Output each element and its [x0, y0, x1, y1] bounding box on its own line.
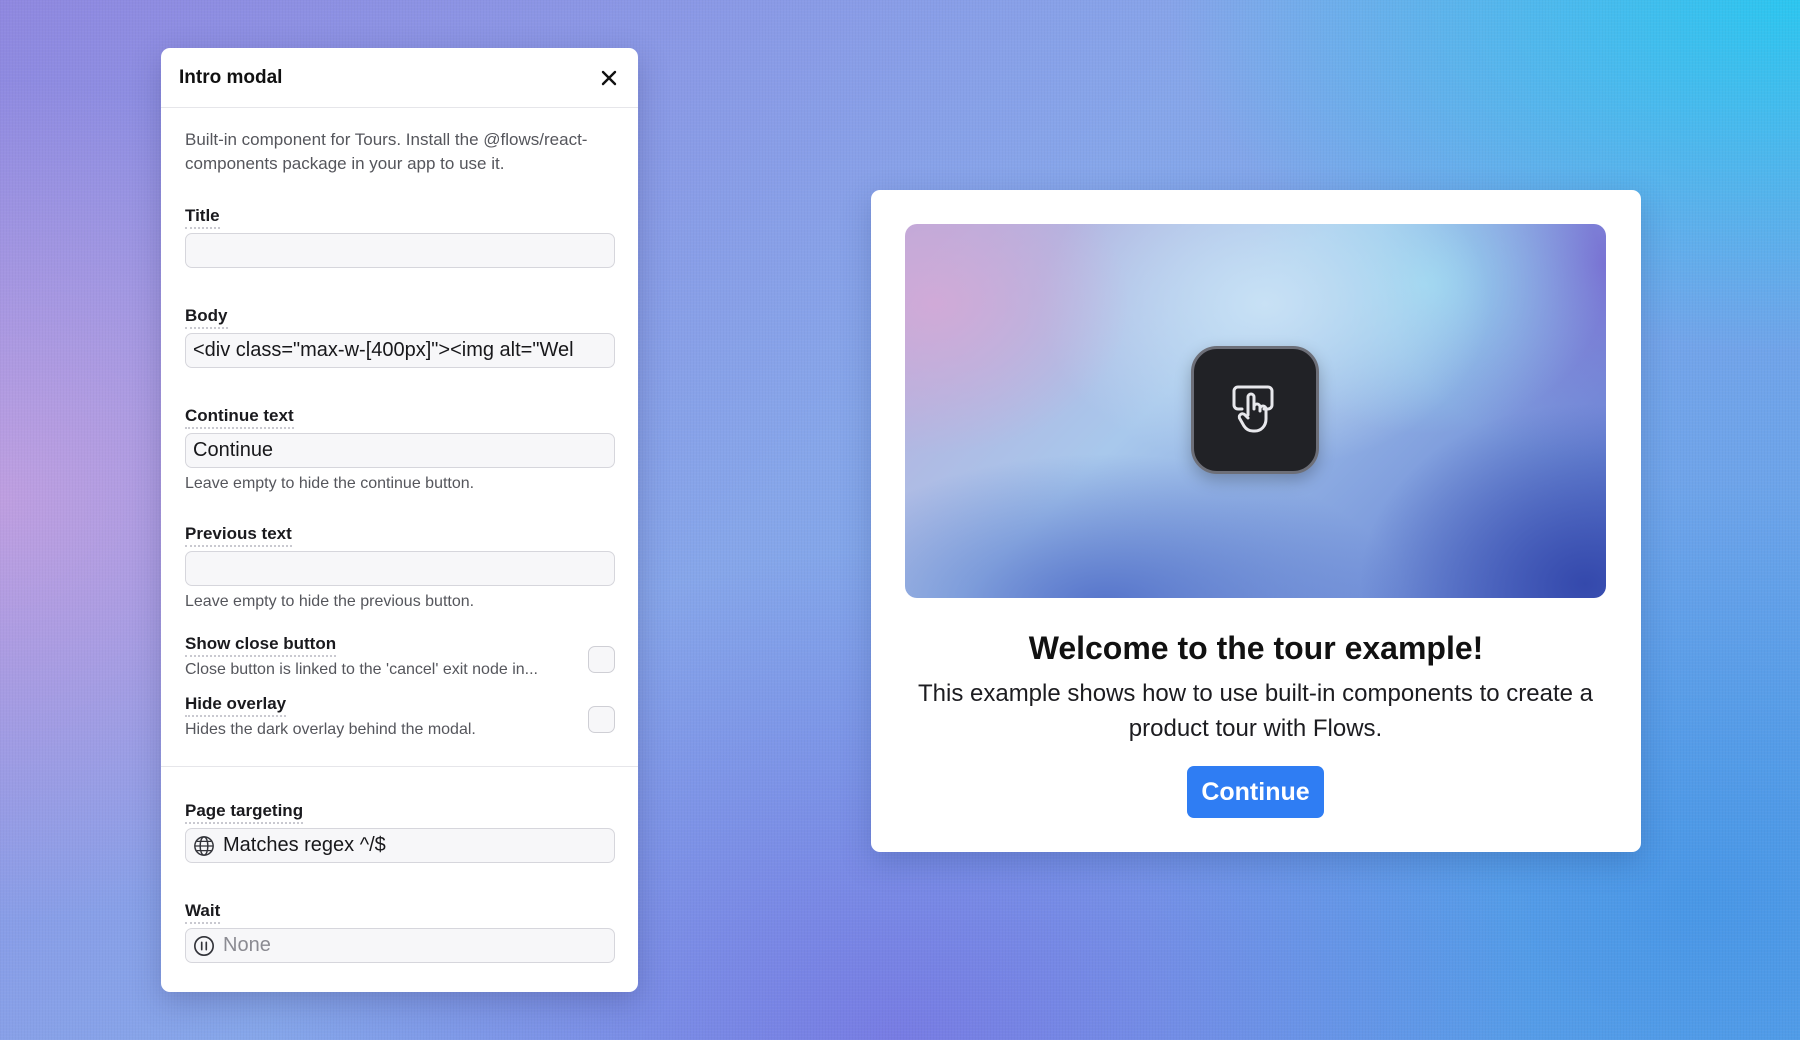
- continue-text-label: Continue text: [185, 406, 294, 429]
- hero-image: [905, 224, 1606, 598]
- continue-button[interactable]: Continue: [1187, 766, 1324, 818]
- hide-overlay-label: Hide overlay: [185, 694, 287, 717]
- close-icon: [601, 70, 617, 85]
- tour-title: Welcome to the tour example!: [1028, 630, 1484, 666]
- page-targeting-label: Page targeting: [185, 801, 304, 824]
- pointer-hand-icon: [1232, 385, 1274, 433]
- panel-title: Intro modal: [179, 66, 283, 88]
- wait-input[interactable]: None: [185, 928, 615, 963]
- previous-text-hint: Leave empty to hide the previous button.: [185, 593, 475, 610]
- hide-overlay-row: Hide overlay Hides the dark overlay behi…: [185, 694, 615, 740]
- panel-description: Built-in component for Tours. Install th…: [185, 130, 588, 173]
- continue-text-input[interactable]: Continue: [185, 433, 615, 468]
- globe-icon: [194, 835, 214, 856]
- intro-modal-preview: Welcome to the tour example! This exampl…: [871, 190, 1641, 852]
- show-close-button-row: Show close button Close button is linked…: [185, 634, 615, 680]
- title-label: Title: [185, 206, 220, 229]
- show-close-button-hint: Close button is linked to the 'cancel' e…: [185, 661, 538, 678]
- pause-circle-icon: [194, 935, 214, 956]
- hide-overlay-checkbox[interactable]: [588, 706, 615, 733]
- show-close-button-label: Show close button: [185, 634, 337, 657]
- title-input[interactable]: [185, 233, 615, 268]
- wait-label: Wait: [185, 901, 221, 924]
- body-input[interactable]: <div class="max-w-[400px]"><img alt="Wel: [185, 333, 615, 368]
- section-divider: [161, 766, 638, 767]
- body-label: Body: [185, 306, 228, 329]
- page-targeting-value: Matches regex ^/$: [223, 834, 386, 856]
- tour-body: This example shows how to use built-in c…: [917, 680, 1593, 742]
- body-value: <div class="max-w-[400px]"><img alt="Wel: [193, 339, 574, 361]
- page-targeting-input[interactable]: Matches regex ^/$: [185, 828, 615, 863]
- hide-overlay-hint: Hides the dark overlay behind the modal.: [185, 721, 476, 738]
- continue-text-hint: Leave empty to hide the continue button.: [185, 475, 475, 492]
- settings-panel: Intro modal Built-in component for Tours…: [161, 48, 638, 992]
- close-button[interactable]: [594, 63, 624, 93]
- previous-text-label: Previous text: [185, 524, 292, 547]
- panel-header: Intro modal: [161, 48, 638, 108]
- continue-text-value: Continue: [193, 439, 274, 461]
- wait-placeholder: None: [223, 934, 271, 956]
- show-close-button-checkbox[interactable]: [588, 646, 615, 673]
- previous-text-input[interactable]: [185, 551, 615, 586]
- app-icon: [1191, 346, 1319, 474]
